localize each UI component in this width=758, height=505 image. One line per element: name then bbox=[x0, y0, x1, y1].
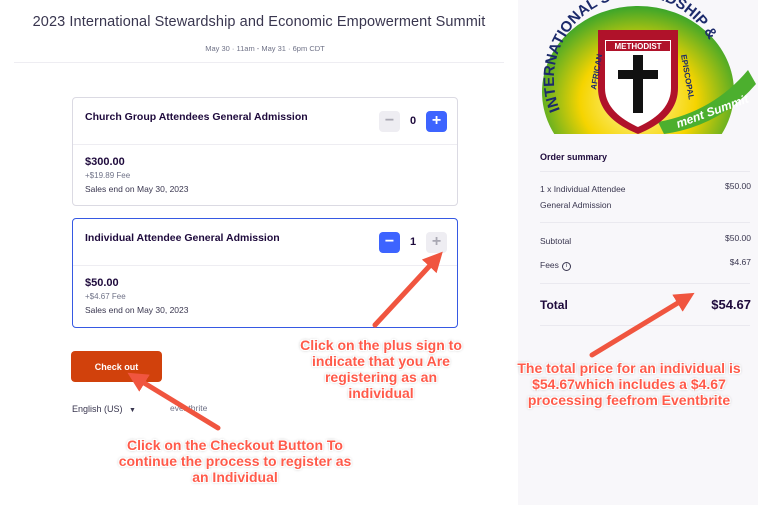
increase-quantity-button[interactable]: + bbox=[426, 231, 447, 253]
ticket-card-individual: Individual Attendee General Admission − … bbox=[72, 218, 458, 328]
annotation-plus: Click on the plus sign to indicate that … bbox=[300, 337, 462, 401]
ticket-sales-end: Sales end on May 30, 2023 bbox=[85, 305, 189, 315]
summary-divider bbox=[540, 171, 750, 172]
summary-divider bbox=[540, 222, 750, 223]
quantity-stepper: − 1 + bbox=[379, 231, 447, 253]
quantity-value: 0 bbox=[409, 115, 417, 127]
event-title: 2023 International Stewardship and Econo… bbox=[32, 14, 486, 30]
language-selector[interactable]: English (US) ▼ bbox=[72, 404, 136, 414]
ticket-name: Individual Attendee General Admission bbox=[85, 232, 280, 244]
summary-divider bbox=[540, 325, 750, 326]
fees-value: $4.67 bbox=[729, 257, 751, 267]
total-label: Total bbox=[540, 298, 568, 312]
ticket-fee: +$19.89 Fee bbox=[85, 171, 131, 180]
line-item-label: 1 x Individual Attendee General Admissio… bbox=[540, 184, 626, 210]
summary-divider bbox=[540, 283, 750, 284]
fees-label: Fees bbox=[540, 260, 559, 270]
logo-shield-top: METHODIST bbox=[614, 42, 661, 51]
increase-quantity-button[interactable]: + bbox=[426, 110, 447, 132]
order-summary-heading: Order summary bbox=[540, 152, 608, 162]
quantity-value: 1 bbox=[409, 236, 417, 248]
summary-subtotal-row: Subtotal $50.00 bbox=[540, 233, 751, 249]
header-divider bbox=[14, 62, 504, 63]
ticket-sales-end: Sales end on May 30, 2023 bbox=[85, 184, 189, 194]
ticket-card-church-group: Church Group Attendees General Admission… bbox=[72, 97, 458, 206]
total-value: $54.67 bbox=[711, 297, 751, 312]
eventbrite-logo: eventbrite bbox=[170, 403, 208, 413]
line-item-value: $50.00 bbox=[725, 181, 751, 191]
summit-logo: INTERNATIONAL STEWARDSHIP & METHODIST AF… bbox=[538, 0, 758, 134]
annotation-checkout: Click on the Checkout Button To continue… bbox=[118, 437, 352, 485]
language-label: English (US) bbox=[72, 404, 123, 414]
checkout-button[interactable]: Check out bbox=[71, 351, 162, 382]
summary-total-row: Total $54.67 bbox=[540, 297, 751, 313]
decrease-quantity-button[interactable]: − bbox=[379, 231, 400, 253]
event-date: May 30 · 11am - May 31 · 6pm CDT bbox=[205, 44, 325, 53]
ticket-price: $50.00 bbox=[85, 277, 119, 289]
subtotal-label: Subtotal bbox=[540, 236, 572, 246]
quantity-stepper: − 0 + bbox=[379, 110, 447, 132]
summary-line-item: 1 x Individual Attendee General Admissio… bbox=[540, 181, 751, 213]
decrease-quantity-button[interactable]: − bbox=[379, 110, 400, 132]
card-divider bbox=[73, 265, 457, 266]
card-divider bbox=[73, 144, 457, 145]
ticket-fee: +$4.67 Fee bbox=[85, 292, 126, 301]
checkout-panel: 2023 International Stewardship and Econo… bbox=[0, 0, 518, 505]
info-icon[interactable]: i bbox=[561, 262, 571, 271]
subtotal-value: $50.00 bbox=[725, 233, 751, 243]
ticket-name: Church Group Attendees General Admission bbox=[85, 111, 308, 123]
ticket-price: $300.00 bbox=[85, 156, 125, 168]
summary-fees-row: Fees i $4.67 bbox=[540, 257, 751, 273]
chevron-down-icon: ▼ bbox=[129, 407, 136, 414]
annotation-total: The total price for an individual is $54… bbox=[517, 360, 741, 408]
